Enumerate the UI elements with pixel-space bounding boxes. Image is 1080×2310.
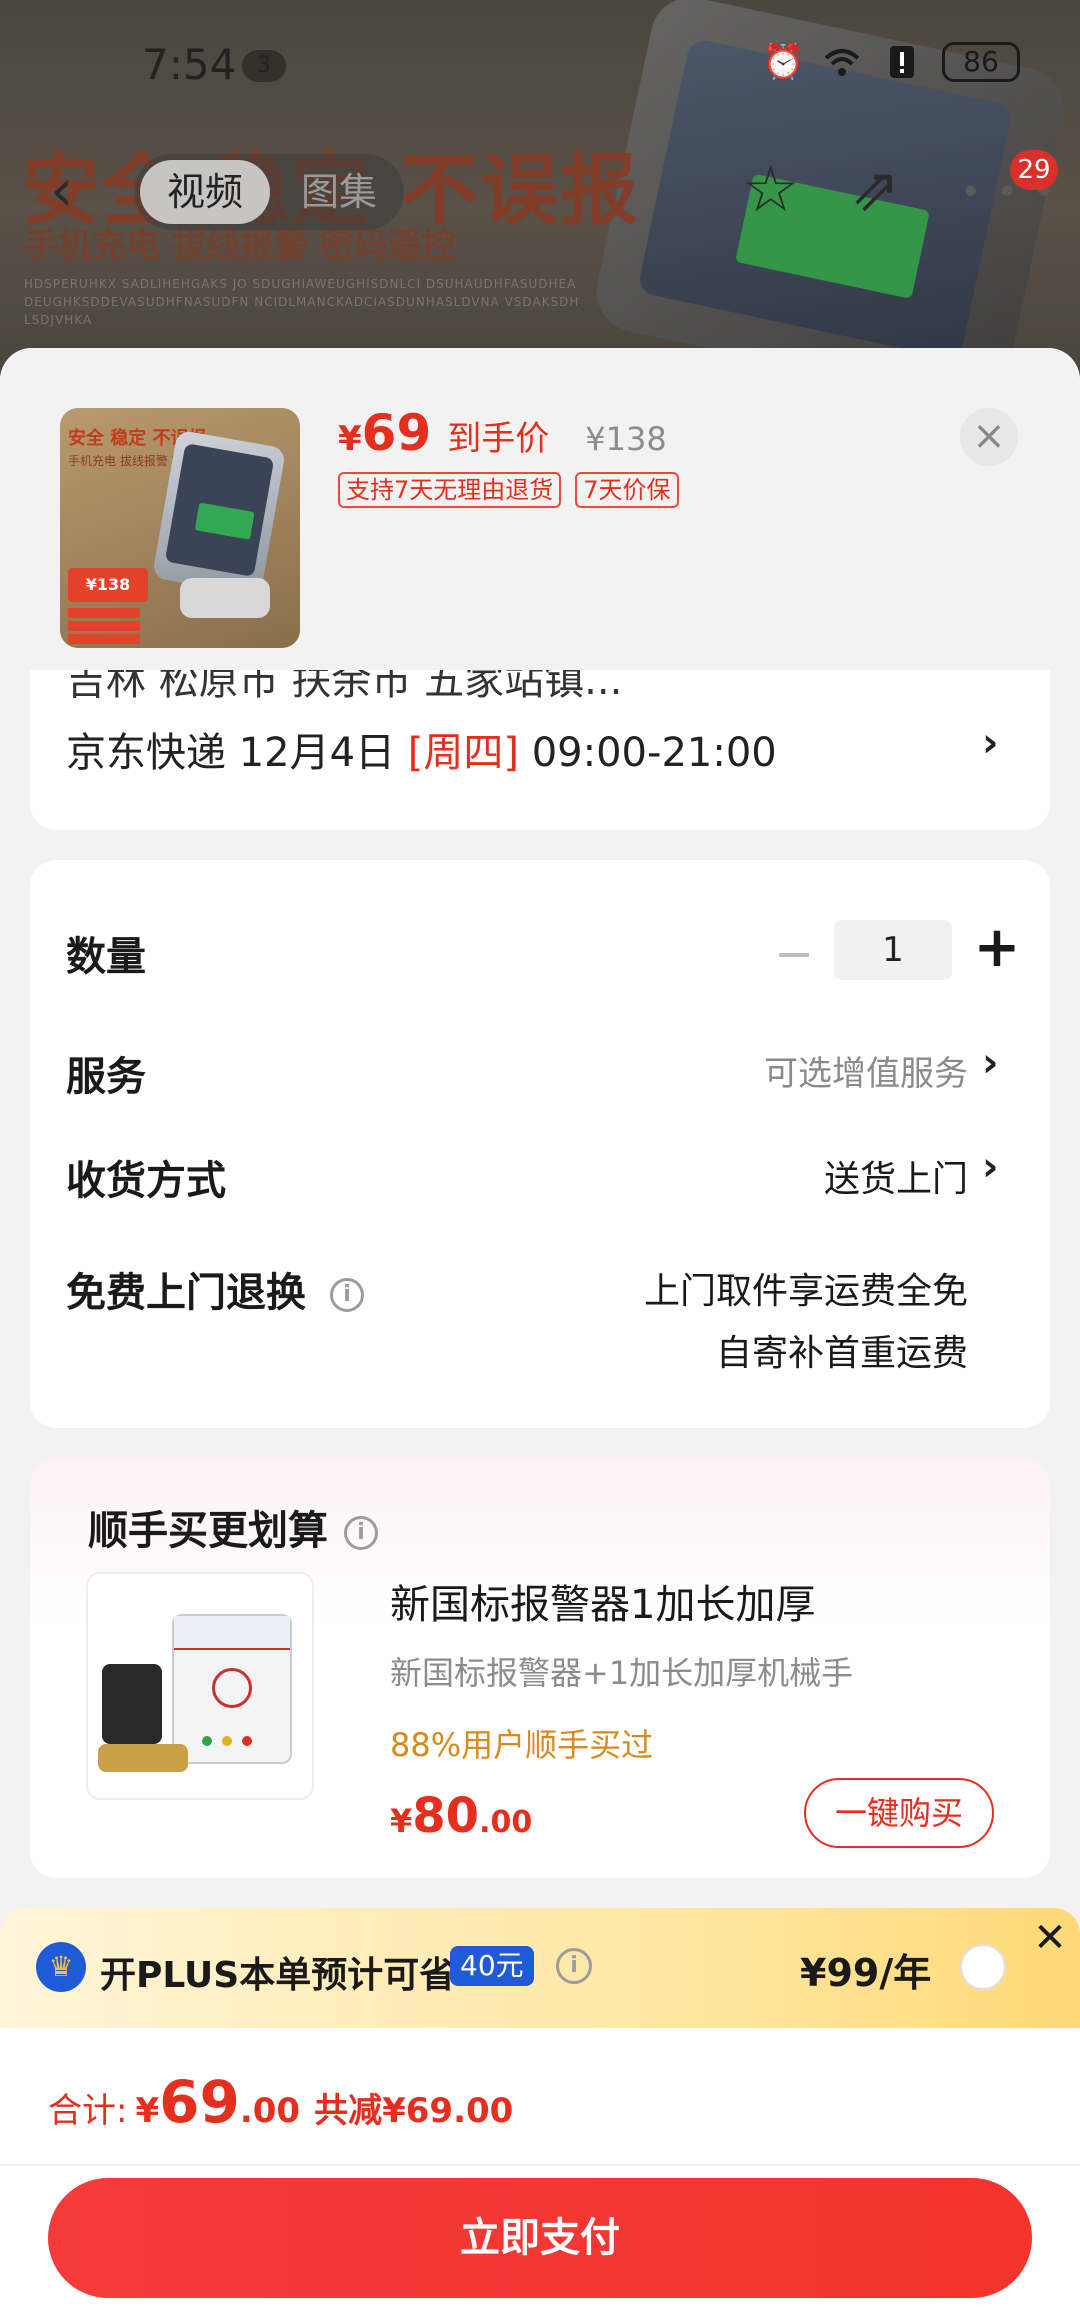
receive-method-label: 收货方式 xyxy=(66,1158,226,1204)
delivery-schedule: 京东快递 12月4日 [周四] 09:00-21:00 xyxy=(66,720,777,778)
price-protect-tag: 7天价保 xyxy=(575,472,679,508)
tab-video[interactable]: 视频 xyxy=(140,160,270,224)
divider xyxy=(0,2164,1080,2166)
sim-alert-icon xyxy=(882,42,922,82)
chevron-right-icon[interactable]: › xyxy=(982,1144,998,1190)
original-price: ¥138 xyxy=(585,420,667,458)
return-policy-tag: 支持7天无理由退货 xyxy=(338,472,562,508)
checkout-footer: 合计: ¥ 69 .00 共减¥69.00 立即支付 xyxy=(0,2028,1080,2310)
plus-select-radio[interactable] xyxy=(960,1944,1006,1990)
delivery-date: 12月4日 xyxy=(238,730,396,776)
bundle-product-desc: 新国标报警器+1加长加厚机械手 xyxy=(390,1654,854,1692)
share-icon[interactable]: ⇗ xyxy=(850,160,900,220)
delivery-address-partial: 吉林 松原市 扶余市 五家站镇... xyxy=(66,670,623,704)
plus-membership-banner[interactable]: ♛ 开PLUS本单预计可省 40元 i ¥99/年 ✕ xyxy=(0,1908,1080,2028)
chevron-right-icon: › xyxy=(982,720,999,766)
delivery-weekday: [周四] xyxy=(407,730,520,776)
bundle-purchase-stat: 88%用户顺手买过 xyxy=(390,1726,654,1764)
gallery-nav: ‹ 视频 图集 ☆ ⇗ • • • 29 xyxy=(0,150,1080,230)
quantity-increase-button[interactable]: + xyxy=(972,918,1022,978)
service-label: 服务 xyxy=(66,1054,146,1100)
valve-actuator-image xyxy=(102,1664,162,1744)
gallery-fine-print: HDSPERUHKX SADLIHEHGAKS JO SDUGHIAWEUGHI… xyxy=(24,277,580,327)
status-bar: 7:54 3 ⏰ 86 xyxy=(0,40,1080,90)
bundle-product-image[interactable] xyxy=(86,1572,314,1800)
receive-method-value[interactable]: 送货上门 xyxy=(824,1150,968,1202)
service-value[interactable]: 可选增值服务 xyxy=(764,1046,968,1095)
brass-valve-image xyxy=(98,1744,188,1772)
product-header: 安全 稳定 不误报 手机充电 拔线报警 密码遥控 ¥138 ¥ 69 到手价 ¥… xyxy=(0,348,1080,678)
order-options-card: 数量 − 1 + 服务 可选增值服务 › 收货方式 送货上门 › 免费上门退换 i… xyxy=(30,860,1050,1428)
info-icon[interactable]: i xyxy=(556,1948,592,1984)
plus-price: ¥99/年 xyxy=(800,1951,932,1995)
bundle-offer-card: 顺手买更划算 i 新国标报警器1加长加厚 新国标报警器+1加长加厚机械手 88%用… xyxy=(30,1458,1050,1878)
chevron-right-icon[interactable]: › xyxy=(982,1040,998,1086)
plus-savings-badge: 40元 xyxy=(450,1946,534,1986)
cart-count-badge: 29 xyxy=(1010,150,1058,190)
free-return-line2: 自寄补首重运费 xyxy=(715,1333,968,1374)
plus-promo-text: 开PLUS本单预计可省 xyxy=(100,1955,456,1996)
media-tabs: 视频 图集 xyxy=(134,154,404,230)
quantity-input[interactable]: 1 xyxy=(834,920,952,980)
pay-now-button[interactable]: 立即支付 xyxy=(48,2178,1032,2298)
product-thumbnail[interactable]: 安全 稳定 不误报 手机充电 拔线报警 密码遥控 ¥138 xyxy=(60,408,300,648)
close-sheet-button[interactable]: × xyxy=(960,408,1018,466)
price-symbol: ¥ xyxy=(338,419,362,459)
bundle-price: ¥80.00 xyxy=(390,1788,533,1844)
thumb-price-tag: ¥138 xyxy=(68,568,148,602)
notification-count-badge: 3 xyxy=(242,50,286,82)
wifi-icon xyxy=(822,42,862,82)
price-row: ¥ 69 到手价 ¥138 xyxy=(338,404,667,462)
delivery-carrier: 京东快递 xyxy=(66,730,226,776)
delivery-time-window: 09:00-21:00 xyxy=(531,730,777,776)
info-icon[interactable]: i xyxy=(330,1278,364,1312)
free-return-label: 免费上门退换 i xyxy=(66,1260,364,1318)
back-arrow-icon[interactable]: ‹ xyxy=(50,160,110,220)
crown-icon: ♛ xyxy=(36,1942,86,1992)
quantity-label: 数量 xyxy=(66,934,146,980)
gas-detector-image xyxy=(172,1614,292,1764)
total-savings: 共减¥69.00 xyxy=(314,2091,514,2131)
order-total: 合计: ¥ 69 .00 共减¥69.00 xyxy=(48,2068,514,2136)
bundle-title: 顺手买更划算 i xyxy=(88,1498,378,1556)
bundle-product-name[interactable]: 新国标报警器1加长加厚 xyxy=(390,1572,815,1630)
delivery-card[interactable]: 吉林 松原市 扶余市 五家站镇... 京东快递 12月4日 [周四] 09:00… xyxy=(30,670,1050,830)
favorite-star-icon[interactable]: ☆ xyxy=(742,158,799,222)
info-icon[interactable]: i xyxy=(344,1516,378,1550)
thumb-stand-image xyxy=(180,578,270,618)
status-time: 7:54 xyxy=(142,40,237,89)
alarm-icon: ⏰ xyxy=(762,42,805,82)
quantity-decrease-button[interactable]: − xyxy=(774,930,814,978)
final-price: 69 xyxy=(361,404,432,462)
close-icon[interactable]: ✕ xyxy=(1020,1908,1080,1968)
total-label: 合计: xyxy=(48,2091,128,2131)
one-click-buy-button[interactable]: 一键购买 xyxy=(804,1778,994,1848)
battery-indicator: 86 xyxy=(942,42,1020,82)
free-return-line1: 上门取件享运费全免 xyxy=(643,1271,968,1312)
service-tags: 支持7天无理由退货 7天价保 xyxy=(338,472,679,508)
tab-gallery[interactable]: 图集 xyxy=(274,160,404,224)
total-amount: 69 xyxy=(159,2068,240,2136)
final-price-label: 到手价 xyxy=(447,419,550,459)
